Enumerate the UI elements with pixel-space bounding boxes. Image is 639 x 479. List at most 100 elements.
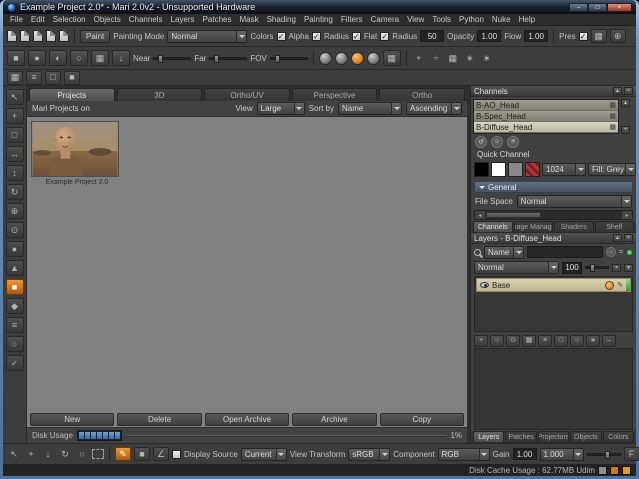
pressure-checkbox[interactable]: ✓ <box>579 32 588 41</box>
channels-palette-header[interactable]: Channels ▴ × <box>471 86 636 97</box>
white-swatch[interactable] <box>491 162 506 177</box>
menu-patches[interactable]: Patches <box>199 15 236 24</box>
cache-icon[interactable]: ○ <box>491 136 503 148</box>
add-mask-icon[interactable]: ○ <box>570 335 584 347</box>
component-select[interactable]: RGB <box>438 448 490 461</box>
menu-objects[interactable]: Objects <box>90 15 125 24</box>
menu-tools[interactable]: Tools <box>428 15 455 24</box>
lut-select[interactable]: 1.000 <box>540 448 584 461</box>
black-swatch[interactable] <box>474 162 489 177</box>
menu-mask[interactable]: Mask <box>235 15 262 24</box>
scale-icon[interactable]: ÷ <box>429 53 443 63</box>
mirror-icon[interactable]: ∗ <box>463 53 477 64</box>
transfer-layer-icon[interactable]: ∗ <box>586 335 600 347</box>
menu-view[interactable]: View <box>403 15 428 24</box>
far-slider[interactable] <box>209 57 247 60</box>
scroll-left-icon[interactable]: ◂ <box>475 211 485 219</box>
opacity-field[interactable]: 1.00 <box>477 30 501 42</box>
palette-toggle-icon-3[interactable]: □ <box>45 71 61 85</box>
eraser-button[interactable]: ■ <box>134 447 150 461</box>
menu-nuke[interactable]: Nuke <box>488 15 515 24</box>
flat-checkbox[interactable]: ✓ <box>380 32 389 41</box>
active-brush-button[interactable]: ✎ <box>115 447 131 461</box>
near-slider[interactable] <box>153 57 191 60</box>
full-shading-icon[interactable] <box>351 52 364 65</box>
projector-icon[interactable]: ■ <box>7 50 25 66</box>
add-channel-button[interactable]: + <box>621 126 630 134</box>
shading-options-icon[interactable]: ▦ <box>383 50 401 66</box>
open-project-icon[interactable] <box>20 30 30 42</box>
float-palette-icon[interactable]: ▴ <box>613 87 622 95</box>
remove-layer-icon[interactable]: – <box>602 335 616 347</box>
menu-painting[interactable]: Painting <box>300 15 337 24</box>
new-project-icon[interactable] <box>7 30 17 42</box>
gain-field[interactable]: 1.00 <box>513 448 537 460</box>
tab-perspective[interactable]: Perspective <box>292 88 378 101</box>
palette-toggle-icon-4[interactable]: ■ <box>64 71 80 85</box>
layer-amount-slider[interactable] <box>585 266 609 269</box>
zoom-tool[interactable]: ⊕ <box>6 203 24 219</box>
gain-slider[interactable] <box>587 453 621 456</box>
save-project-icon[interactable] <box>33 30 43 42</box>
hud-icon[interactable]: ● <box>28 50 46 66</box>
archive-button[interactable]: Archive <box>292 413 376 426</box>
palette-toggle-icon-2[interactable]: ≡ <box>26 71 42 85</box>
eyedropper-tool[interactable]: ⊙ <box>6 222 24 238</box>
channel-row-selected[interactable]: B-Diffuse_Head ▦ <box>474 122 618 133</box>
import-icon[interactable] <box>46 30 56 42</box>
painting-mode-select[interactable]: Normal <box>167 30 247 43</box>
tab-shaders[interactable]: Shaders <box>554 221 594 232</box>
channel-row[interactable]: B-Spec_Head ▦ <box>474 111 618 122</box>
marquee-icon[interactable] <box>92 449 104 459</box>
tab-projects[interactable]: Projects <box>29 88 115 101</box>
lighting-icon[interactable]: ◐ <box>49 50 67 66</box>
layer-options-icon[interactable]: ▾ <box>624 264 633 272</box>
menu-selection[interactable]: Selection <box>49 15 90 24</box>
menu-python[interactable]: Python <box>455 15 488 24</box>
channels-scrollbar[interactable]: ◂ ▸ <box>474 210 633 220</box>
menu-filters[interactable]: Filters <box>337 15 367 24</box>
tab-colors[interactable]: Colors <box>603 431 634 442</box>
clone-stamp-tool[interactable]: ■ <box>6 279 24 295</box>
open-archive-button[interactable]: Open Archive <box>205 413 289 426</box>
tab-ortho-uv[interactable]: Ortho/UV <box>204 88 290 101</box>
duplicate-layer-icon[interactable]: □ <box>554 335 568 347</box>
channel-size-select[interactable]: 1024 <box>542 163 586 176</box>
share-icon[interactable]: ≡ <box>507 136 519 148</box>
tab-objects[interactable]: Objects <box>570 431 601 442</box>
add-adjustment-icon[interactable]: ○ <box>490 335 504 347</box>
drop-icon[interactable]: ↓ <box>41 449 55 459</box>
paint-button[interactable]: Paint <box>80 30 110 43</box>
close-button[interactable]: × <box>607 3 632 12</box>
layer-row-selected[interactable]: Base ✎ <box>476 278 631 292</box>
select-tool[interactable]: ↖ <box>6 89 24 105</box>
scrollbar-thumb[interactable] <box>486 212 541 218</box>
tab-ortho[interactable]: Ortho <box>379 88 465 101</box>
pause-sync-icon[interactable]: = <box>619 249 623 256</box>
file-space-select[interactable]: Normal <box>517 195 632 208</box>
slerp-tool[interactable]: ✓ <box>6 355 24 371</box>
radius-checkbox[interactable]: ✓ <box>352 32 361 41</box>
rotate-tool[interactable]: ↻ <box>6 184 24 200</box>
pattern-swatch[interactable] <box>525 162 540 177</box>
project-thumbnail[interactable] <box>31 121 119 177</box>
sort-select[interactable]: Name <box>338 102 402 115</box>
translate-icon[interactable]: + <box>412 53 426 63</box>
paint-tool[interactable]: ● <box>6 241 24 257</box>
wireframe-icon[interactable]: ▦ <box>91 50 109 66</box>
float-palette-icon[interactable]: ▴ <box>613 234 622 242</box>
snapshot-icon[interactable]: ↺ <box>475 136 487 148</box>
menu-edit[interactable]: Edit <box>27 15 49 24</box>
rotate-icon[interactable]: ↻ <box>58 449 72 460</box>
color-globe-icon[interactable]: ⊕ <box>610 29 626 43</box>
move-cursor-icon[interactable]: + <box>24 449 38 459</box>
pin-icon[interactable]: ↓ <box>112 50 130 66</box>
erase-tool[interactable]: ▲ <box>6 260 24 276</box>
layers-palette-header[interactable]: Layers - B-Diffuse_Head ▴ × <box>471 233 636 244</box>
display-source-select[interactable]: Current <box>241 448 287 461</box>
order-select[interactable]: Ascending <box>406 102 462 115</box>
warp-tool[interactable]: ○ <box>6 336 24 352</box>
paint-target-icon[interactable] <box>605 281 614 290</box>
view-select[interactable]: Large <box>257 102 305 115</box>
delete-button[interactable]: Delete <box>117 413 201 426</box>
